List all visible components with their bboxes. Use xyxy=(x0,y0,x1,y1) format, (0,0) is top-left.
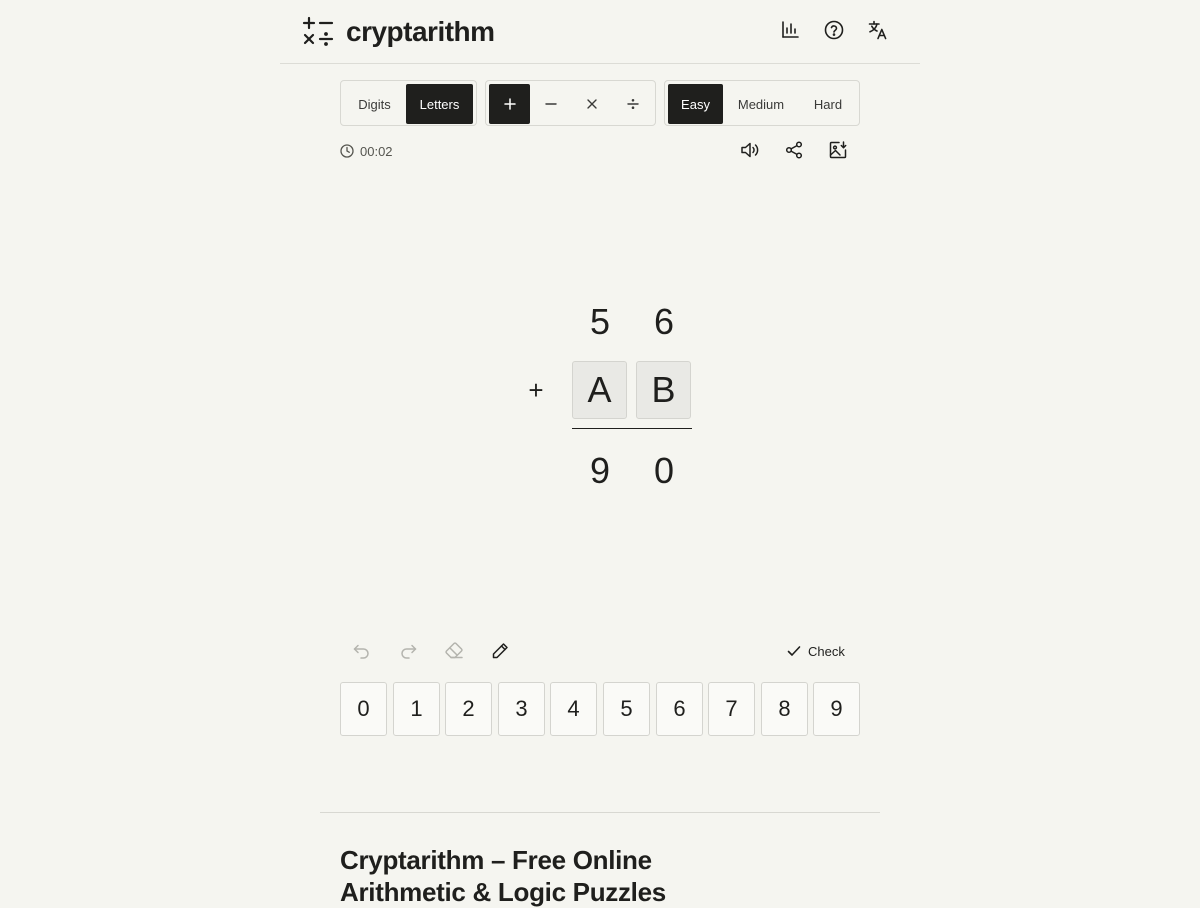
pencil-button[interactable] xyxy=(487,638,513,664)
erase-button[interactable] xyxy=(441,638,467,664)
stats-icon xyxy=(780,20,800,45)
difficulty-selector: Easy Medium Hard xyxy=(664,80,860,126)
undo-button[interactable] xyxy=(349,638,375,664)
addend1-digit: 5 xyxy=(589,301,611,342)
key-0[interactable]: 0 xyxy=(340,682,387,736)
key-1[interactable]: 1 xyxy=(393,682,440,736)
app-title[interactable]: cryptarithm xyxy=(346,14,495,50)
check-button[interactable]: Check xyxy=(786,638,845,664)
help-button[interactable] xyxy=(820,18,848,46)
checkmark-icon xyxy=(787,646,801,656)
save-image-button[interactable] xyxy=(826,138,850,162)
check-label: Check xyxy=(808,643,845,659)
language-button[interactable] xyxy=(864,18,892,46)
clock-icon xyxy=(340,144,354,158)
operation-divide[interactable] xyxy=(613,84,653,124)
mode-digits[interactable]: Digits xyxy=(344,84,405,124)
result-digit: 9 xyxy=(589,450,611,491)
pencil-icon xyxy=(492,643,508,659)
plus-icon xyxy=(503,98,516,110)
share-button[interactable] xyxy=(782,138,806,162)
timer-value: 00:02 xyxy=(360,143,393,159)
difficulty-hard[interactable]: Hard xyxy=(799,84,857,124)
multiply-icon xyxy=(587,99,597,109)
difficulty-easy[interactable]: Easy xyxy=(668,84,723,124)
letter-cell-b[interactable]: B xyxy=(636,361,691,419)
key-7[interactable]: 7 xyxy=(708,682,755,736)
operation-multiply[interactable] xyxy=(572,84,612,124)
key-5[interactable]: 5 xyxy=(603,682,650,736)
addend1-digit: 6 xyxy=(653,301,675,342)
app: cryptarithm Digits Letters Easy Medium H… xyxy=(280,0,920,907)
share-icon xyxy=(785,141,803,159)
difficulty-medium[interactable]: Medium xyxy=(725,84,797,124)
timer: 00:02 xyxy=(340,142,393,160)
key-4[interactable]: 4 xyxy=(550,682,597,736)
logo-icon[interactable] xyxy=(302,16,334,48)
mode-letters[interactable]: Letters xyxy=(406,84,473,124)
sum-line xyxy=(572,428,692,429)
result-digit: 0 xyxy=(653,450,675,491)
operation-add[interactable] xyxy=(489,84,530,124)
key-2[interactable]: 2 xyxy=(445,682,492,736)
undo-icon xyxy=(353,644,369,659)
operator-sign: + xyxy=(528,374,544,405)
operation-selector xyxy=(485,80,656,126)
redo-button[interactable] xyxy=(395,638,421,664)
divide-icon xyxy=(627,98,639,109)
image-download-icon xyxy=(829,141,847,159)
translate-icon xyxy=(868,20,888,45)
key-9[interactable]: 9 xyxy=(813,682,860,736)
stats-button[interactable] xyxy=(776,18,804,46)
article-title: Cryptarithm – Free Online Arithmetic & L… xyxy=(340,845,666,907)
letter-cell-a[interactable]: A xyxy=(572,361,627,419)
redo-icon xyxy=(401,644,417,659)
header: cryptarithm xyxy=(280,0,920,64)
key-3[interactable]: 3 xyxy=(498,682,545,736)
key-6[interactable]: 6 xyxy=(656,682,703,736)
section-divider xyxy=(320,812,880,813)
sound-button[interactable] xyxy=(738,138,762,162)
operation-subtract[interactable] xyxy=(531,84,571,124)
eraser-icon xyxy=(445,642,463,659)
mode-selector: Digits Letters xyxy=(340,80,477,126)
minus-icon xyxy=(545,103,557,105)
help-icon xyxy=(824,20,844,45)
key-8[interactable]: 8 xyxy=(761,682,808,736)
volume-icon xyxy=(741,142,759,158)
